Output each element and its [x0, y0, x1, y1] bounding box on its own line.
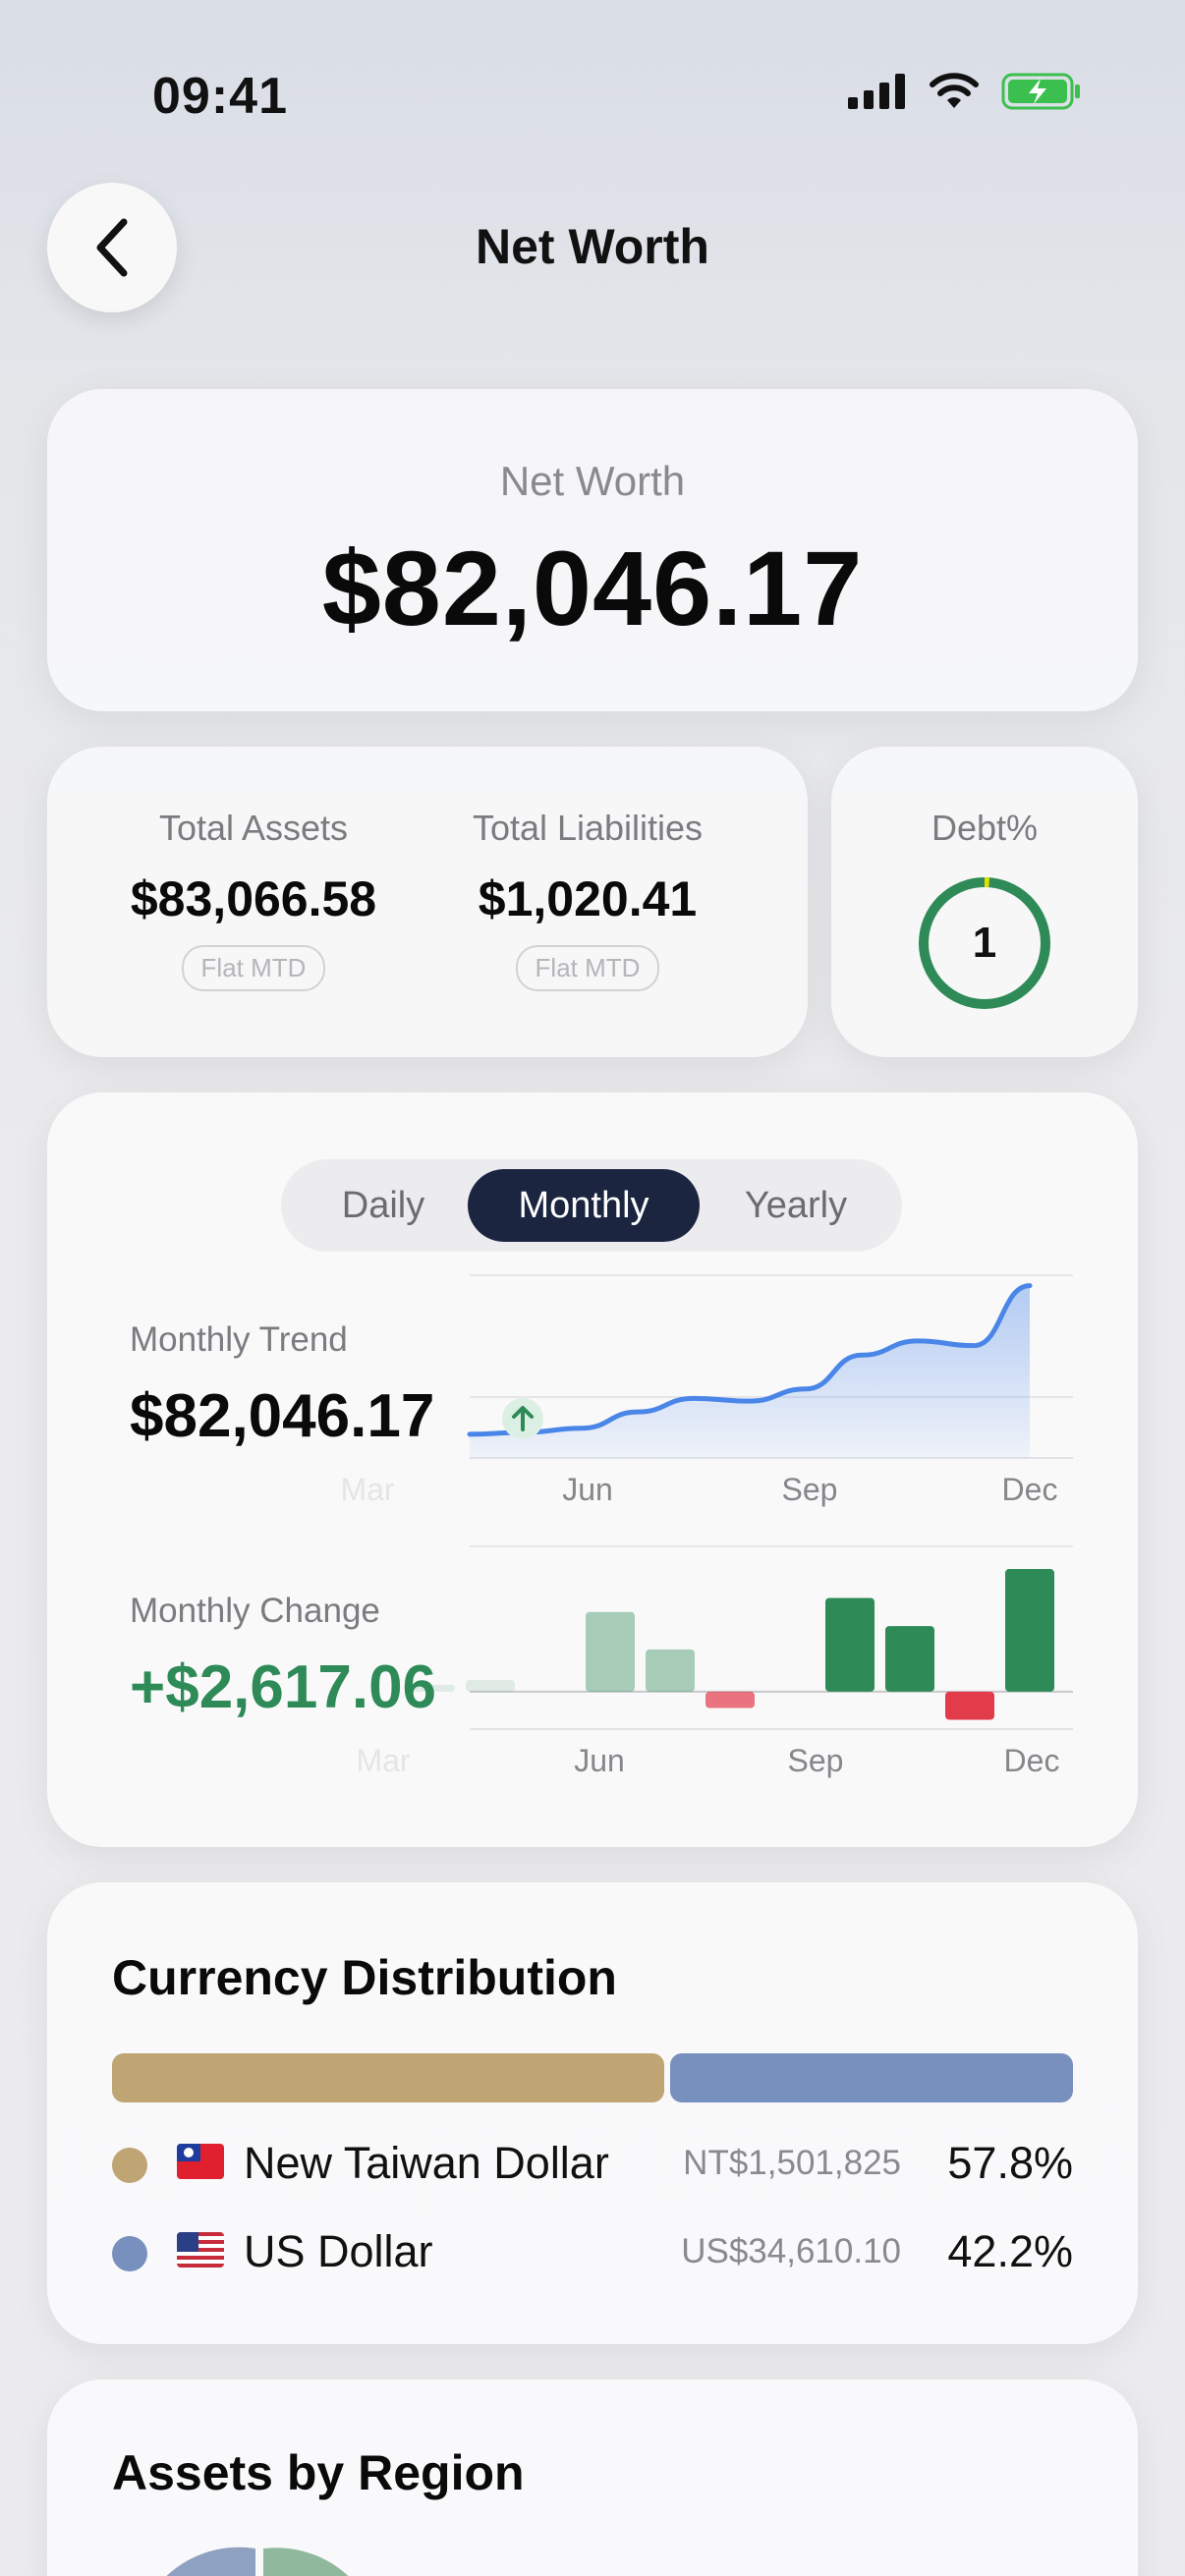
currency-distribution-card: Currency Distribution New Taiwan Dollar … [47, 1882, 1138, 2344]
region-pie-slice-2 [263, 2548, 349, 2576]
us-flag-icon [177, 2232, 224, 2268]
net-worth-card: Net Worth $82,046.17 [47, 389, 1138, 711]
assets-by-region-card: Assets by Region [47, 2380, 1138, 2576]
battery-charging-icon [1001, 73, 1080, 110]
totals-card[interactable]: Total Assets $83,066.58 Flat MTD Total L… [47, 747, 808, 1057]
change-tick-mar: Mar [356, 1743, 411, 1778]
page-title: Net Worth [476, 219, 709, 274]
change-bar-mar[interactable] [466, 1679, 515, 1692]
currency-row-twd[interactable]: New Taiwan Dollar NT$1,501,825 57.8% [112, 2134, 1073, 2193]
net-worth-label: Net Worth [499, 458, 686, 504]
status-icons [848, 73, 1082, 110]
change-tick-jun: Jun [574, 1743, 625, 1778]
debt-ring: 1 [919, 877, 1050, 1009]
change-tick-dec: Dec [1003, 1743, 1060, 1778]
currency-percent-twd: 57.8% [947, 2138, 1073, 2188]
change-bar-nov[interactable] [945, 1691, 994, 1720]
cellular-signal-icon [848, 74, 905, 109]
debt-label: Debt% [931, 808, 1039, 848]
region-title: Assets by Region [112, 2445, 525, 2500]
trend-card: Daily Monthly Yearly Monthly Trend $82,0… [47, 1092, 1138, 1847]
currency-bar-segment-twd [112, 2053, 664, 2102]
total-liabilities-badge: Flat MTD [515, 945, 660, 991]
currency-amount-usd: US$34,610.10 [681, 2232, 901, 2270]
change-bar-oct[interactable] [885, 1626, 934, 1692]
status-time: 09:41 [152, 68, 288, 125]
currency-amount-twd: NT$1,501,825 [683, 2144, 901, 2182]
change-bar-may[interactable] [586, 1611, 635, 1692]
change-bar-jun[interactable] [646, 1649, 695, 1692]
region-pie-slice-1 [166, 2547, 255, 2576]
change-bar-jul[interactable] [705, 1691, 755, 1708]
wifi-icon [930, 73, 979, 108]
total-assets-label: Total Assets [158, 808, 349, 848]
taiwan-flag-icon [177, 2144, 224, 2179]
debt-value: 1 [973, 919, 996, 967]
region-pie-chart[interactable] [140, 2547, 375, 2576]
currency-dot-twd [112, 2148, 147, 2183]
currency-name-twd: New Taiwan Dollar [244, 2138, 609, 2188]
currency-dot-usd [112, 2236, 147, 2271]
currency-bar [112, 2053, 1073, 2102]
status-bar: 09:41 [0, 0, 1185, 187]
total-liabilities-label: Total Liabilities [472, 808, 704, 848]
net-worth-value: $82,046.17 [321, 529, 864, 647]
change-value: +$2,617.06 [130, 1653, 437, 1721]
currency-row-usd[interactable]: US Dollar US$34,610.10 42.2% [112, 2222, 1073, 2281]
currency-title: Currency Distribution [112, 1950, 617, 2005]
change-bar-sep[interactable] [825, 1597, 875, 1692]
total-assets-value: $83,066.58 [130, 871, 377, 926]
debt-card[interactable]: Debt% 1 [831, 747, 1138, 1057]
total-liabilities[interactable]: Total Liabilities $1,020.41 Flat MTD [421, 808, 755, 991]
currency-percent-usd: 42.2% [947, 2226, 1073, 2276]
total-assets[interactable]: Total Assets $83,066.58 Flat MTD [86, 808, 421, 991]
change-bar-dec[interactable] [1005, 1569, 1054, 1692]
currency-name-usd: US Dollar [244, 2226, 433, 2276]
change-bars [406, 1569, 1054, 1720]
currency-bar-segment-usd [669, 2053, 1073, 2102]
total-liabilities-value: $1,020.41 [478, 871, 698, 926]
total-assets-badge: Flat MTD [181, 945, 326, 991]
change-label: Monthly Change [130, 1592, 380, 1630]
change-tick-sep: Sep [787, 1743, 844, 1778]
